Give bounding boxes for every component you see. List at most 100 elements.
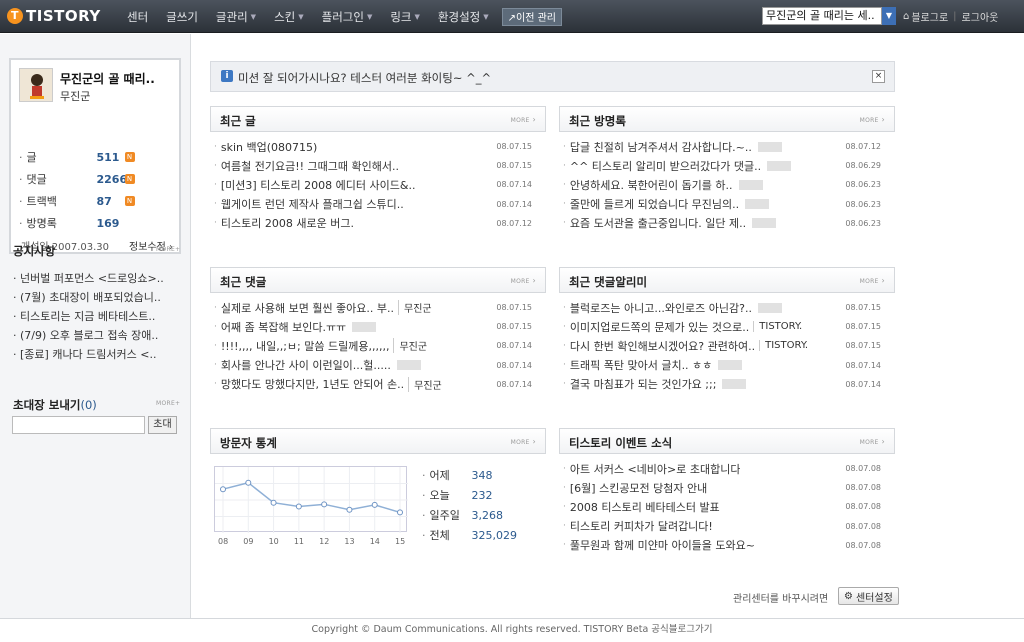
list-item[interactable]: · skin 백업(080715) 08.07.15 [210,137,546,156]
item-text: 트래픽 폭탄 맞아서 글치.. ㅎㅎ [569,359,713,373]
bullet: · [214,218,217,229]
bullet: · [214,321,217,332]
list-item[interactable]: · 풀무원과 함께 미얀마 아이들을 도와요~ 08.07.08 [559,536,895,555]
item-date: 08.07.15 [845,303,881,313]
bullet: · [13,329,20,342]
invite-button[interactable]: 초대 [148,416,177,434]
panel-more-link[interactable]: MORE [511,115,536,124]
tistory-logo-icon: T [7,8,23,24]
list-item[interactable]: ·!!!!,,,, 내일,,;ㅂ; 말씀 드릴께용,,,,,, 무진군 08.07.… [210,336,546,355]
notice-item[interactable]: · [종료] 캐나다 드림서커스 <.. [13,346,185,365]
visitor-stat-list: · 어제 348 · 오늘 232 · 일주일 3,268 · 전체 325,029 [422,465,517,545]
list-item[interactable]: · [6월] 스킨공모전 당첨자 안내 08.07.08 [559,478,895,497]
list-item[interactable]: · ^^ 티스토리 알리미 받으러갔다가 댓글.. 08.06.29 [559,156,895,175]
blurred-author [722,379,747,390]
menu-plugin[interactable]: 플러그인 ▼ [313,0,382,33]
notice-title: 공지사항 [13,244,56,258]
recent-comments-panel: 최근 댓글MORE ·실제로 사용해 보면 훨씬 좋아요.. 부..무진군08.… [210,267,546,394]
notice-item[interactable]: · (7월) 초대장이 배포되었습니.. [13,289,185,308]
logout-link[interactable]: 로그아웃 [962,9,999,24]
item-text: 웹게이트 런던 제작사 플래그쉽 스튜디.. [220,198,404,212]
list-item[interactable]: · 줄만에 들르게 되었습니다 무진님의.. 08.06.23 [559,195,895,214]
list-item[interactable]: · 블럭로즈는 아니고...와인로즈 아닌감?.. 08.07.15 [559,298,895,317]
menu-center[interactable]: 센터 [118,0,157,33]
menu-label: 글관리 [215,9,248,24]
stat-label: 글 [26,151,37,164]
notice-item[interactable]: · 넌버벌 퍼포먼스 <드로잉쇼>.. [13,270,185,289]
item-date: 08.07.14 [845,379,881,389]
panel-title: 최근 방명록 [569,114,626,128]
blog-name[interactable]: 무진군의 골 때리.. [60,70,155,87]
panel-more-link[interactable]: MORE [860,115,885,124]
stat-guestbook[interactable]: · 방명록 169 [19,212,169,234]
blurred-author [352,321,377,332]
menu-link[interactable]: 링크 ▼ [381,0,429,33]
center-settings-button[interactable]: ⚙ 센터설정 [838,587,899,605]
item-text: ^^ 티스토리 알리미 받으러갔다가 댓글.. [569,159,762,173]
panel-header: 최근 글 MORE [210,106,546,132]
invite-more-link[interactable]: MORE+ [156,400,180,407]
list-item[interactable]: · 트래픽 폭탄 맞아서 글치.. ㅎㅎ 08.07.14 [559,356,895,375]
center-settings-label: 센터설정 [855,592,893,604]
menu-settings[interactable]: 환경설정 ▼ [429,0,498,33]
list-item[interactable]: · 다시 한번 확인해보시겠어요? 관련하여.. TISTORY. 08.07.15 [559,336,895,355]
notice-item[interactable]: · 티스토리는 지금 베타테스트.. [13,308,185,327]
notice-more-link[interactable]: MORE+ [156,246,180,253]
list-item[interactable]: · 웹게이트 런던 제작사 플래그쉽 스튜디.. 08.07.14 [210,195,546,214]
item-date: 08.07.15 [496,142,532,152]
notice-text: [종료] 캐나다 드림서커스 <.. [20,348,157,361]
stat-value: 348 [471,468,493,482]
avatar[interactable] [19,68,53,102]
close-button[interactable]: × [872,70,885,83]
list-item[interactable]: · 어째 좀 복잡해 보인다.ㅠㅠ 08.07.15 [210,317,546,336]
list-item[interactable]: · 티스토리 커피차가 달려갑니다! 08.07.08 [559,517,895,536]
blog-select-dropdown[interactable]: 무진군의 골 때리는 세.. ▼ [762,7,896,25]
post-list: · skin 백업(080715) 08.07.15 · 여름철 전기요금!! 그때그… [210,132,546,233]
visitor-point [346,506,353,513]
stat-value: 169 [96,216,120,230]
stat-comments[interactable]: · 댓글 2266 N [19,168,169,190]
panel-more-link[interactable]: MORE [511,437,536,446]
list-item[interactable]: · 회사를 안나간 사이 이런일이...헐..... 08.07.14 [210,356,546,375]
menu-label: 스킨 [274,9,296,24]
list-item[interactable]: · 실제로 사용해 보면 훨씬 좋아요.. 부.. 무진군 08.07.15 [210,298,546,317]
blog-owner: 무진군 [60,90,91,103]
list-item[interactable]: · 여름철 전기요금!! 그때그때 확인해서.. 08.07.15 [210,156,546,175]
list-item[interactable]: · 망했다도 망했다지만, 1년도 안되어 손.. 무진군 08.07.14 [210,375,546,394]
previous-admin-button[interactable]: ↗이전 관리 [501,7,562,26]
stat-trackbacks[interactable]: · 트랙백 87 N [19,190,169,212]
bullet: · [422,488,426,502]
bullet: · [13,272,20,285]
notice-list: · 넌버벌 퍼포먼스 <드로잉쇼>.. · (7월) 초대장이 배포되었습니..… [13,270,185,365]
menu-skin[interactable]: 스킨 ▼ [265,0,313,33]
tistory-logo[interactable]: T TISTORY [7,6,101,26]
menu-post-manage[interactable]: 글관리 ▼ [207,0,265,33]
item-text: 답글 친절히 남겨주셔서 감사합니다.~.. [569,140,752,154]
item-date: 08.06.23 [845,218,881,228]
stat-value: 2266 [96,172,128,186]
item-date: 08.07.14 [496,360,532,370]
stat-yesterday: · 어제 348 [422,465,517,485]
panel-more-link[interactable]: MORE [860,437,885,446]
list-item[interactable]: · 요즘 도서관을 출근중입니다. 일단 제.. 08.06.23 [559,214,895,233]
list-item[interactable]: · 안녕하세요. 북한어린이 돕기를 하.. 08.06.23 [559,175,895,194]
panel-more-link[interactable]: MORE [860,276,885,285]
x-tick-label: 12 [319,537,330,546]
notice-item[interactable]: · (7/9) 오후 블로그 접속 장애.. [13,327,185,346]
go-to-blog-link[interactable]: 블로그로 [911,9,948,24]
list-item[interactable]: · 티스토리 2008 새로운 버그. 08.07.12 [210,214,546,233]
menu-write[interactable]: 글쓰기 [157,0,207,33]
list-item[interactable]: · 2008 티스토리 베타테스터 발표 08.07.08 [559,497,895,516]
bullet: · [19,150,23,164]
list-item[interactable]: · 결국 마침표가 되는 것인가요 ;;; 08.07.14 [559,375,895,394]
list-item[interactable]: · 아트 서커스 <네비아>로 초대합니다 08.07.08 [559,459,895,478]
item-date: 08.06.23 [845,199,881,209]
stat-posts[interactable]: · 글 511 N [19,146,169,168]
stat-label: 어제 [429,469,450,482]
panel-header: 최근 댓글알리미 MORE [559,267,895,293]
list-item[interactable]: · [미션3] 티스토리 2008 에디터 사이드&.. 08.07.14 [210,175,546,194]
invite-email-input[interactable] [12,416,145,434]
list-item[interactable]: · 이미지업로드쪽의 문제가 있는 것으로.. TISTORY. 08.07.15 [559,317,895,336]
list-item[interactable]: · 답글 친절히 남겨주셔서 감사합니다.~.. 08.07.12 [559,137,895,156]
panel-more-link[interactable]: MORE [511,276,536,285]
